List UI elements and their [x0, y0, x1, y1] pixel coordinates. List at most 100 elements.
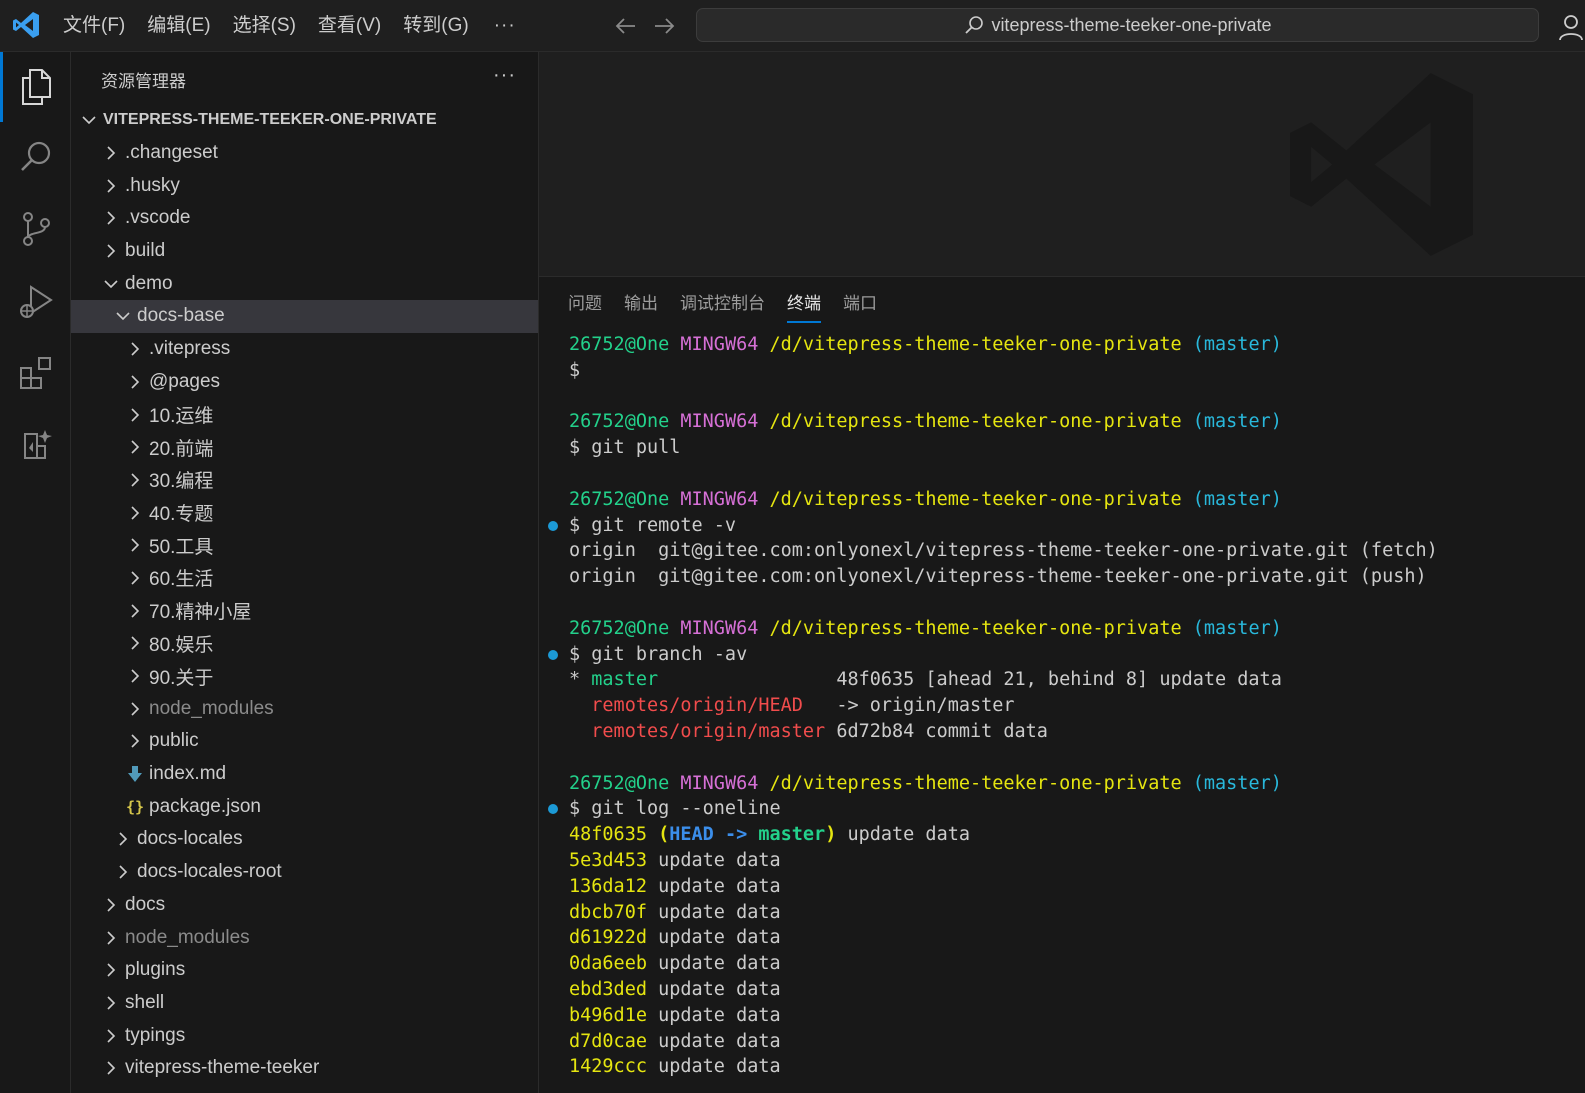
- menu-edit[interactable]: 编辑(E): [136, 0, 221, 52]
- command-decoration-icon[interactable]: [548, 520, 558, 531]
- tree-item-label: package.json: [149, 795, 261, 817]
- twistie[interactable]: [79, 110, 99, 130]
- menu-go[interactable]: 转到(G): [392, 0, 479, 52]
- twistie[interactable]: [101, 274, 121, 294]
- tree-file[interactable]: {} package.json: [71, 790, 538, 823]
- tree-folder[interactable]: 80.娱乐: [71, 627, 538, 660]
- chevron-right-icon: [107, 996, 116, 1010]
- tree-folder[interactable]: 20.前端: [71, 431, 538, 464]
- tree-folder[interactable]: 70.精神小屋: [71, 594, 538, 627]
- twistie[interactable]: [113, 306, 133, 326]
- source-control-activity[interactable]: [0, 194, 71, 264]
- command-center-search[interactable]: vitepress-theme-teeker-one-private: [696, 8, 1539, 42]
- run-debug-activity[interactable]: [0, 266, 71, 336]
- tree-folder[interactable]: plugins: [71, 954, 538, 987]
- tree-folder[interactable]: demo: [71, 267, 538, 300]
- tree-folder[interactable]: docs-locales: [71, 823, 538, 856]
- twistie[interactable]: [113, 862, 133, 882]
- tree-folder[interactable]: docs: [71, 889, 538, 922]
- menu-file[interactable]: 文件(F): [52, 0, 136, 52]
- tree-folder[interactable]: @pages: [71, 366, 538, 399]
- twistie[interactable]: [101, 1058, 121, 1078]
- twistie[interactable]: [125, 339, 145, 359]
- tree-folder[interactable]: node_modules: [71, 921, 538, 954]
- twistie[interactable]: [125, 666, 145, 686]
- chevron-down-icon: [116, 312, 130, 321]
- twistie[interactable]: [101, 208, 121, 228]
- account-icon[interactable]: [1556, 12, 1585, 42]
- twistie[interactable]: [125, 372, 145, 392]
- tree-folder[interactable]: shell: [71, 987, 538, 1020]
- extensions-activity[interactable]: [0, 338, 71, 408]
- tree-folder[interactable]: .vitepress: [71, 333, 538, 366]
- terminal-output[interactable]: 26752@One MINGW64 /d/vitepress-theme-tee…: [548, 332, 1579, 1080]
- tab-terminal[interactable]: 终端: [787, 277, 821, 327]
- twistie[interactable]: [125, 568, 145, 588]
- arrow-left-icon[interactable]: [612, 12, 640, 40]
- twistie[interactable]: [125, 405, 145, 425]
- twistie[interactable]: [125, 601, 145, 621]
- twistie[interactable]: [101, 176, 121, 196]
- tree-folder[interactable]: build: [71, 235, 538, 268]
- twistie[interactable]: [101, 1026, 121, 1046]
- twistie[interactable]: [125, 699, 145, 719]
- tab-problems[interactable]: 问题: [568, 277, 602, 327]
- terminal-text: update data: [646, 901, 781, 923]
- markdown-icon: [125, 765, 145, 783]
- tree-folder[interactable]: 60.生活: [71, 562, 538, 595]
- twistie[interactable]: [125, 470, 145, 490]
- tree-folder[interactable]: public: [71, 725, 538, 758]
- tab-output[interactable]: 输出: [624, 277, 658, 327]
- twistie[interactable]: [101, 895, 121, 915]
- explorer-activity[interactable]: [0, 52, 71, 122]
- tree-folder[interactable]: .vscode: [71, 202, 538, 235]
- tab-ports[interactable]: 端口: [843, 277, 877, 327]
- twistie[interactable]: [125, 503, 145, 523]
- arrow-right-icon[interactable]: [650, 12, 678, 40]
- twistie[interactable]: [101, 960, 121, 980]
- tab-debug-console[interactable]: 调试控制台: [680, 277, 765, 327]
- menu-selection[interactable]: 选择(S): [222, 0, 307, 52]
- tree-folder[interactable]: 40.专题: [71, 496, 538, 529]
- tree-folder[interactable]: docs-locales-root: [71, 856, 538, 889]
- tree-folder[interactable]: docs-base: [71, 300, 538, 333]
- bottom-panel: 问题 输出 调试控制台 终端 端口 26752@One MINGW64 /d/v…: [539, 276, 1585, 1093]
- terminal-line: remotes/origin/master 6d72b84 commit dat…: [569, 719, 1579, 745]
- tree-folder[interactable]: 90.关于: [71, 660, 538, 693]
- tree-folder[interactable]: VITEPRESS-THEME-TEEKER-ONE-PRIVATE: [71, 104, 538, 137]
- more-actions-icon[interactable]: ···: [493, 64, 516, 87]
- tree-folder[interactable]: .husky: [71, 169, 538, 202]
- twistie[interactable]: [113, 829, 133, 849]
- twistie[interactable]: [125, 437, 145, 457]
- chevron-right-icon: [131, 375, 140, 389]
- remote-explorer-activity[interactable]: [0, 410, 71, 480]
- tree-folder[interactable]: 50.工具: [71, 529, 538, 562]
- twistie[interactable]: [101, 993, 121, 1013]
- command-decoration-icon[interactable]: [548, 649, 558, 660]
- tree-folder[interactable]: typings: [71, 1019, 538, 1052]
- twistie[interactable]: [101, 143, 121, 163]
- tree-folder[interactable]: 10.运维: [71, 398, 538, 431]
- search-activity[interactable]: [0, 122, 71, 192]
- terminal-text: 6d72b84 commit data: [825, 720, 1048, 742]
- twistie[interactable]: [125, 731, 145, 751]
- twistie[interactable]: [125, 633, 145, 653]
- tree-file[interactable]: index.md: [71, 758, 538, 791]
- terminal-line: 136da12 update data: [569, 874, 1579, 900]
- tree-folder[interactable]: vitepress-theme-teeker: [71, 1052, 538, 1085]
- twistie[interactable]: [101, 241, 121, 261]
- menu-view[interactable]: 查看(V): [307, 0, 392, 52]
- twistie[interactable]: [125, 535, 145, 555]
- tree-folder[interactable]: 30.编程: [71, 464, 538, 497]
- command-decoration-icon[interactable]: [548, 804, 558, 815]
- menu-more-icon[interactable]: ···: [480, 15, 530, 37]
- tree-folder[interactable]: .changeset: [71, 137, 538, 170]
- tree-item-label: plugins: [125, 959, 186, 981]
- tree-item-label: vitepress-theme-teeker: [125, 1057, 320, 1079]
- twistie[interactable]: [101, 928, 121, 948]
- tree-folder[interactable]: node_modules: [71, 692, 538, 725]
